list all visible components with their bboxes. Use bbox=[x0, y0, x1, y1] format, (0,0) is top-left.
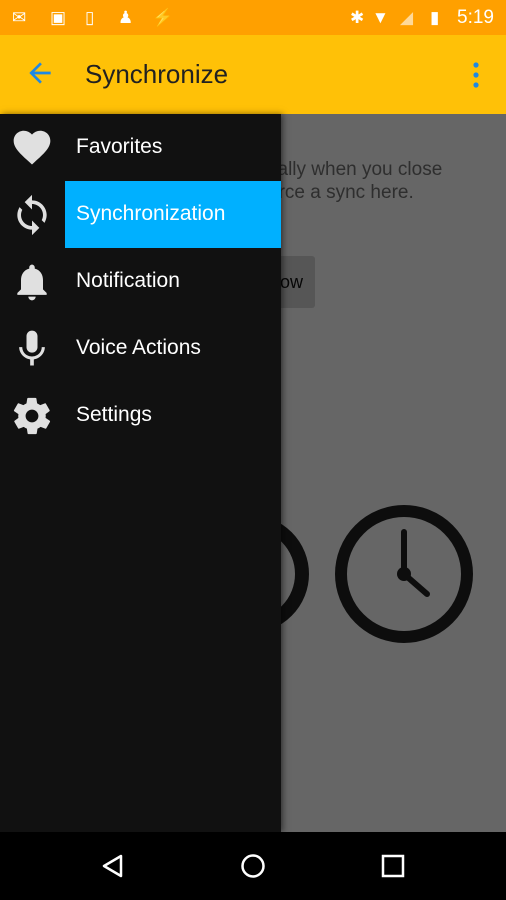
gear-icon bbox=[13, 397, 51, 435]
drawer-item-synchronization[interactable]: Synchronization bbox=[0, 181, 281, 248]
bluetooth-icon: ✱ bbox=[350, 8, 365, 27]
watch-icon: ▯ bbox=[85, 8, 95, 27]
drawer-item-favorites[interactable]: Favorites bbox=[0, 114, 281, 181]
more-vert-icon[interactable] bbox=[472, 61, 480, 89]
system-nav-bar bbox=[0, 832, 506, 900]
drawer-item-notification[interactable]: Notification bbox=[0, 248, 281, 315]
signal-icon: ◢ bbox=[400, 8, 414, 27]
navigation-drawer: Favorites Synchronization Notification V… bbox=[0, 114, 281, 832]
mail-check-icon: ✉ bbox=[12, 8, 27, 27]
clock: 5:19 bbox=[457, 7, 494, 28]
android-icon: ♟ bbox=[118, 8, 134, 27]
back-nav-icon[interactable] bbox=[99, 852, 127, 880]
battery-charging-icon: ▮ bbox=[430, 8, 440, 27]
sync-icon bbox=[17, 194, 47, 236]
drawer-item-voice-actions[interactable]: Voice Actions bbox=[0, 315, 281, 382]
bell-icon bbox=[17, 264, 47, 301]
recents-nav-icon[interactable] bbox=[379, 852, 407, 880]
microphone-icon bbox=[19, 330, 45, 366]
wifi-icon: ▼ bbox=[372, 8, 389, 27]
flash-icon: ⚡ bbox=[152, 8, 174, 27]
home-nav-icon[interactable] bbox=[239, 852, 267, 880]
arrow-back-icon[interactable] bbox=[24, 57, 56, 89]
status-bar: ✉ ▣ ▯ ♟ ⚡ ✱ ▼ ◢ ▮ 5:19 bbox=[0, 0, 506, 35]
app-bar: Synchronize bbox=[0, 35, 506, 114]
page-title: Synchronize bbox=[85, 59, 229, 89]
heart-icon bbox=[13, 130, 51, 165]
drawer-item-settings[interactable]: Settings bbox=[0, 382, 281, 449]
sync-description: cally when you close orce a sync here. bbox=[268, 159, 443, 203]
image-icon: ▣ bbox=[50, 8, 67, 27]
